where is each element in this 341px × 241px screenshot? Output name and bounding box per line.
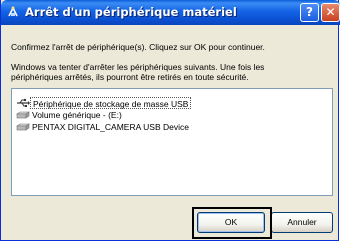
list-item-label: PENTAX DIGITAL_CAMERA USB Device [32,122,189,132]
cancel-button[interactable]: Annuler [271,212,333,233]
confirm-text: Confirmez l'arrêt de périphérique(s). Cl… [11,42,265,52]
dialog-window: Arrêt d'un périphérique matériel ? ✕ Con… [0,0,340,241]
usb-icon [17,98,30,107]
title-bar[interactable]: Arrêt d'un périphérique matériel ? ✕ [1,0,340,25]
window-title: Arrêt d'un périphérique matériel [25,5,237,19]
list-item-label: Volume générique - (E:) [32,110,122,120]
ok-button-highlight [192,207,272,239]
drive-icon [16,123,30,131]
device-icon [8,6,18,17]
list-item[interactable]: Périphérique de stockage de masse USB [12,97,332,109]
close-button[interactable]: ✕ [321,3,340,22]
list-item-label: Périphérique de stockage de masse USB [30,97,192,109]
drive-icon [16,111,30,119]
info-text-line2: périphériques arrêtés, ils pourront être… [11,72,249,82]
device-list[interactable]: Périphérique de stockage de masse USB Vo… [11,88,333,196]
help-button[interactable]: ? [300,3,319,22]
